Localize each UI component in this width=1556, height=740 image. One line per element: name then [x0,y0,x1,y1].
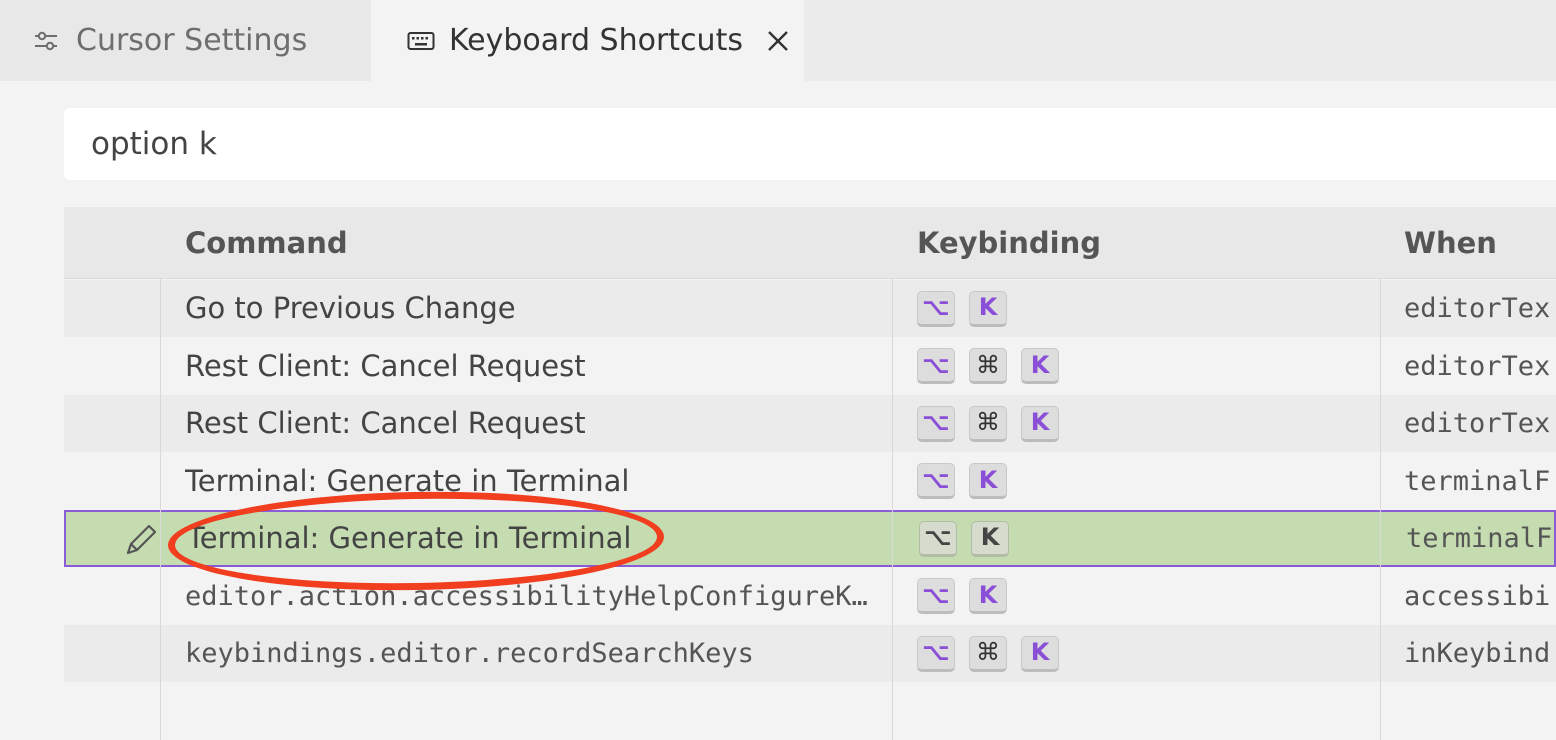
tab-label: Keyboard Shortcuts [449,23,743,58]
keybinding-cell: ⌥ ⌘ K [917,395,1059,452]
keybinding-cell: ⌥ K [917,453,1007,510]
search-box [64,108,1556,180]
key-cap: ⌥ [917,348,955,384]
key-cap: K [1021,348,1059,384]
search-input[interactable] [64,108,1556,180]
table-row[interactable]: Rest Client: Cancel Request ⌥ ⌘ KeditorTex [64,395,1556,452]
key-cap: ⌘ [969,635,1007,672]
when-cell: editorTex [1404,350,1551,382]
keybinding-cell: ⌥ K [917,280,1007,337]
column-header-keybinding[interactable]: Keybinding [917,207,1101,279]
keybindings-table: Command Keybinding When Go to Previous C… [64,207,1556,740]
command-cell: keybindings.editor.recordSearchKeys [185,638,754,669]
when-cell: editorTex [1404,408,1551,439]
key-cap: ⌥ [919,520,957,557]
tab-cursor-settings[interactable]: Cursor Settings [0,0,371,81]
column-divider[interactable] [1380,279,1381,740]
table-row[interactable]: keybindings.editor.recordSearchKeys ⌥ ⌘ Kin… [64,625,1556,682]
when-cell: editorTex [1404,293,1551,324]
key-cap: ⌥ [917,463,955,499]
command-cell: Terminal: Generate in Terminal [185,463,630,498]
tab-label: Cursor Settings [76,23,308,58]
when-cell: accessibi [1404,580,1551,612]
key-cap: K [969,463,1007,499]
keybinding-cell: ⌥ K [919,510,1009,567]
table-row[interactable]: Terminal: Generate in Terminal ⌥ Kterminal… [64,510,1556,567]
command-cell: Terminal: Generate in Terminal [187,521,632,555]
tab-keyboard-shortcuts[interactable]: Keyboard Shortcuts [371,0,804,81]
key-cap: K [1021,405,1059,442]
key-cap: K [969,578,1007,614]
when-cell: terminalF [1406,523,1553,554]
table-row[interactable]: Go to Previous Change ⌥ KeditorTex [64,280,1556,337]
when-cell: terminalF [1404,465,1551,497]
keybinding-cell: ⌥ K [917,568,1007,625]
key-cap: K [969,290,1007,327]
key-cap: ⌘ [969,405,1007,442]
key-cap: ⌘ [969,348,1007,384]
command-cell: Rest Client: Cancel Request [185,348,586,383]
keyboard-icon [407,27,435,55]
table-row[interactable]: Rest Client: Cancel Request ⌥ ⌘ KeditorTex [64,337,1556,395]
column-header-when[interactable]: When [1404,207,1497,279]
when-cell: inKeybind [1404,638,1551,669]
column-header-command[interactable]: Command [185,207,348,279]
tab-bar: Cursor Settings Keyboard Shortcuts [0,0,1556,81]
pencil-edit-icon[interactable] [122,521,160,559]
column-divider[interactable] [892,279,893,740]
keybinding-cell: ⌥ ⌘ K [917,338,1059,395]
key-cap: ⌥ [917,578,955,614]
command-cell: Go to Previous Change [185,291,516,325]
key-cap: K [971,520,1009,557]
keybinding-cell: ⌥ ⌘ K [917,625,1059,682]
key-cap: ⌥ [917,290,955,327]
close-icon[interactable] [763,26,793,56]
key-cap: ⌥ [917,635,955,672]
settings-sliders-icon [32,27,60,55]
column-divider[interactable] [160,279,161,740]
command-cell: editor.action.accessibilityHelpConfigure… [185,580,868,612]
key-cap: K [1021,635,1059,672]
table-row[interactable]: Terminal: Generate in Terminal ⌥ Kterminal… [64,452,1556,510]
key-cap: ⌥ [917,405,955,442]
table-row[interactable]: editor.action.accessibilityHelpConfigure… [64,567,1556,625]
table-header: Command Keybinding When [64,207,1556,279]
command-cell: Rest Client: Cancel Request [185,406,586,440]
